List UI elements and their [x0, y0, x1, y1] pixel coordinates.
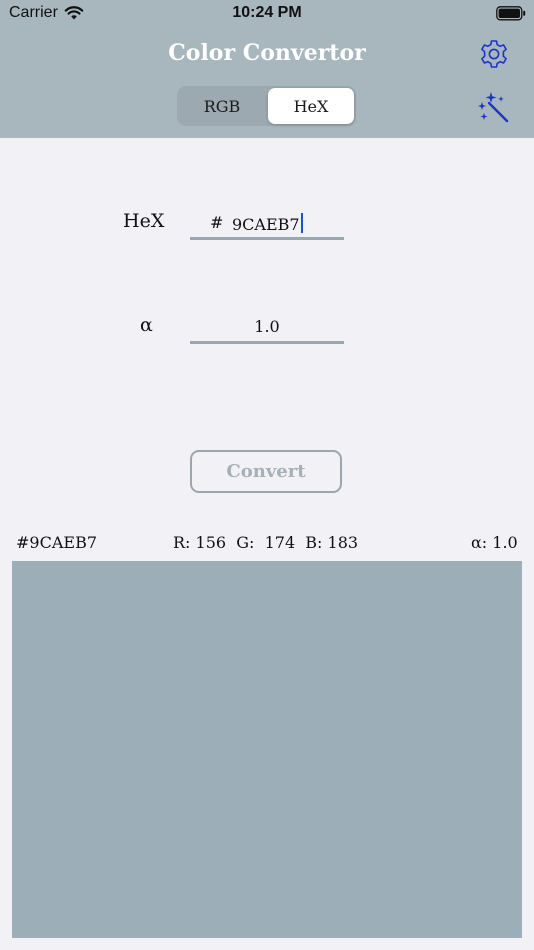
gear-icon[interactable]: [478, 38, 510, 70]
alpha-input[interactable]: 1.0: [190, 317, 344, 336]
segment-rgb[interactable]: RGB: [179, 88, 265, 124]
text-cursor: [300, 213, 303, 233]
header-bar: Carrier 10:24 PM Color Convertor RGB HeX: [0, 0, 534, 138]
mode-segmented-control: RGB HeX: [177, 86, 356, 126]
segment-hex[interactable]: HeX: [268, 88, 354, 124]
convert-button[interactable]: Convert: [190, 450, 342, 493]
status-bar: Carrier 10:24 PM: [0, 0, 534, 28]
magic-wand-icon[interactable]: [476, 90, 510, 124]
result-hex: #9CAEB7: [16, 533, 97, 552]
alpha-label: α: [140, 314, 153, 336]
clock-time: 10:24 PM: [232, 4, 302, 21]
battery-icon: [496, 6, 526, 26]
result-rgb: R: 156 G: 174 B: 183: [173, 533, 359, 552]
hex-prefix: #: [210, 213, 224, 232]
hex-label: HeX: [123, 210, 165, 232]
result-alpha: α: 1.0: [471, 533, 518, 552]
hex-value-text: 9CAEB7: [232, 215, 300, 234]
alpha-input-field[interactable]: 1.0: [190, 313, 344, 344]
color-swatch: [12, 561, 522, 938]
hex-input[interactable]: 9CAEB7: [232, 213, 303, 234]
app-title: Color Convertor: [168, 40, 366, 66]
hex-input-field[interactable]: # 9CAEB7: [190, 209, 344, 240]
